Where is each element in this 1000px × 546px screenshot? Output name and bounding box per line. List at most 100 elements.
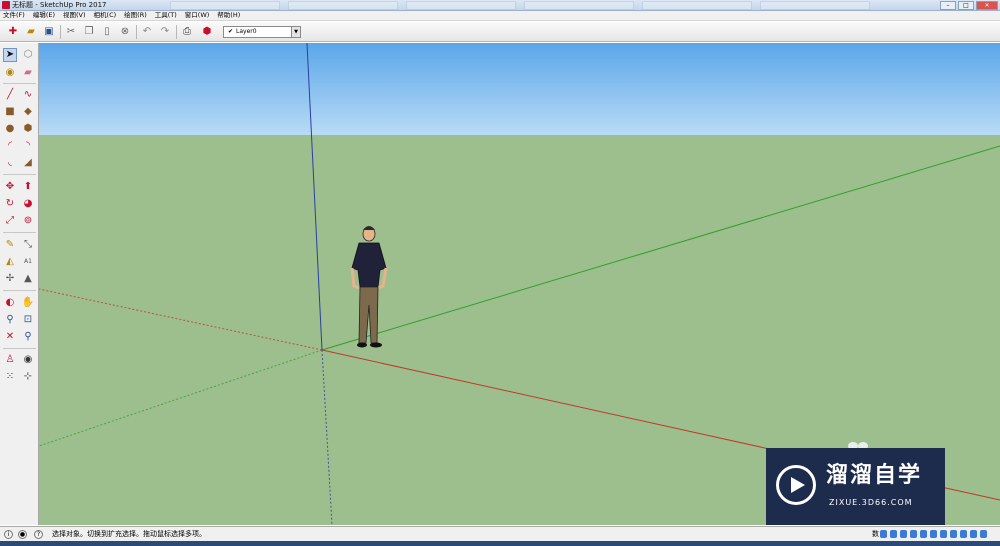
toolbar-separator xyxy=(136,25,137,39)
toolbar-separator xyxy=(60,25,61,39)
window-controls: – □ ✕ xyxy=(940,1,998,10)
play-logo-icon xyxy=(776,465,816,505)
chevron-down-icon[interactable]: ▼ xyxy=(291,27,300,37)
arc-tool-icon[interactable]: ◜ xyxy=(3,139,17,153)
scale-tool-icon[interactable]: ⤢ xyxy=(3,214,17,228)
background-tab[interactable] xyxy=(642,1,752,10)
menu-edit[interactable]: 编辑(E) xyxy=(33,11,55,20)
palette-separator xyxy=(3,174,36,175)
background-tab[interactable] xyxy=(760,1,870,10)
offset-tool-icon[interactable]: ⊚ xyxy=(21,214,35,228)
three-point-arc-icon[interactable]: ◟ xyxy=(3,156,17,170)
tray-icon[interactable] xyxy=(880,530,887,538)
os-taskbar xyxy=(0,541,1000,546)
cut-icon[interactable]: ✂ xyxy=(64,25,78,39)
open-folder-icon[interactable]: ▰ xyxy=(24,25,38,39)
position-camera-icon[interactable]: ♙ xyxy=(3,353,17,367)
system-tray xyxy=(880,530,987,538)
freehand-tool-icon[interactable]: ∿ xyxy=(21,88,35,102)
protractor-icon[interactable]: ◭ xyxy=(3,255,17,269)
help-icon[interactable]: ? xyxy=(34,530,43,539)
watermark-brand: 溜溜自学 xyxy=(826,463,923,488)
menu-camera[interactable]: 相机(C) xyxy=(94,11,117,20)
layer-select[interactable]: ✔ Layer0 ▼ xyxy=(223,26,301,38)
toolbar-separator xyxy=(176,25,177,39)
tray-icon[interactable] xyxy=(980,530,987,538)
watermark-banner: 溜溜自学 ZIXUE.3D66.COM xyxy=(766,448,945,525)
undo-icon[interactable]: ↶ xyxy=(140,25,154,39)
section-plane-icon[interactable]: ⊹ xyxy=(21,370,35,384)
new-file-icon[interactable]: ✚ xyxy=(6,25,20,39)
walk-tool-icon[interactable]: ⁙ xyxy=(3,370,17,384)
redo-icon[interactable]: ↷ xyxy=(158,25,172,39)
follow-me-icon[interactable]: ◕ xyxy=(21,197,35,211)
minimize-button[interactable]: – xyxy=(940,1,956,10)
look-around-icon[interactable]: ◉ xyxy=(21,353,35,367)
circle-tool-icon[interactable]: ● xyxy=(3,122,17,136)
pan-tool-icon[interactable]: ✋ xyxy=(21,296,35,310)
dimension-tool-icon[interactable]: ⤡ xyxy=(21,238,35,252)
background-tab[interactable] xyxy=(288,1,398,10)
tray-icon[interactable] xyxy=(890,530,897,538)
previous-view-icon[interactable]: ⚲ xyxy=(21,330,35,344)
component-tool-icon[interactable]: ⬡ xyxy=(21,48,35,62)
layer-check-icon: ✔ xyxy=(228,28,234,35)
line-tool-icon[interactable]: ╱ xyxy=(3,88,17,102)
scale-figure[interactable] xyxy=(350,226,388,348)
menu-help[interactable]: 帮助(H) xyxy=(217,11,240,20)
menu-tools[interactable]: 工具(T) xyxy=(155,11,177,20)
rectangle-tool-icon[interactable]: ■ xyxy=(3,105,17,119)
palette-separator xyxy=(3,290,36,291)
zoom-window-icon[interactable]: ⊡ xyxy=(21,313,35,327)
select-tool-icon[interactable]: ➤ xyxy=(3,48,17,62)
palette-separator xyxy=(3,83,36,84)
erase-icon[interactable]: ⊗ xyxy=(118,25,132,39)
menu-window[interactable]: 窗口(W) xyxy=(185,11,210,20)
background-tab[interactable] xyxy=(524,1,634,10)
paste-icon[interactable]: ▯ xyxy=(100,25,114,39)
tray-icon[interactable] xyxy=(940,530,947,538)
window-title: 无标题 - SketchUp Pro 2017 xyxy=(12,1,107,9)
sketchup-app-icon xyxy=(2,1,10,9)
tray-icon[interactable] xyxy=(930,530,937,538)
copy-icon[interactable]: ❐ xyxy=(82,25,96,39)
info-icon[interactable]: i xyxy=(4,530,13,539)
tray-icon[interactable] xyxy=(960,530,967,538)
paint-bucket-icon[interactable]: ◉ xyxy=(3,66,17,80)
maximize-button[interactable]: □ xyxy=(958,1,974,10)
orbit-tool-icon[interactable]: ◐ xyxy=(3,296,17,310)
two-point-arc-icon[interactable]: ◝ xyxy=(21,139,35,153)
model-info-icon[interactable]: ⬢ xyxy=(200,25,214,39)
move-tool-icon[interactable]: ✥ xyxy=(3,180,17,194)
geo-location-icon[interactable]: ● xyxy=(18,530,27,539)
close-button[interactable]: ✕ xyxy=(976,1,998,10)
tray-icon[interactable] xyxy=(970,530,977,538)
zoom-tool-icon[interactable]: ⚲ xyxy=(3,313,17,327)
background-tab[interactable] xyxy=(170,1,280,10)
menu-draw[interactable]: 绘图(R) xyxy=(124,11,147,20)
figure-right-shoe xyxy=(370,342,382,348)
background-tab[interactable] xyxy=(406,1,516,10)
modeling-viewport[interactable]: 溜溜自学 ZIXUE.3D66.COM xyxy=(39,43,1000,525)
axes-tool-icon[interactable]: ✢ xyxy=(3,272,17,286)
tape-measure-icon[interactable]: ✎ xyxy=(3,238,17,252)
push-pull-icon[interactable]: ⬆ xyxy=(21,180,35,194)
tray-icon[interactable] xyxy=(900,530,907,538)
tray-icon[interactable] xyxy=(950,530,957,538)
rotated-rectangle-icon[interactable]: ◆ xyxy=(21,105,35,119)
zoom-extents-icon[interactable]: ✕ xyxy=(3,330,17,344)
3d-text-icon[interactable]: ▲ xyxy=(21,272,35,286)
rotate-tool-icon[interactable]: ↻ xyxy=(3,197,17,211)
polygon-tool-icon[interactable]: ⬢ xyxy=(21,122,35,136)
pie-tool-icon[interactable]: ◢ xyxy=(21,156,35,170)
tray-icon[interactable] xyxy=(910,530,917,538)
menu-view[interactable]: 视图(V) xyxy=(63,11,86,20)
menu-file[interactable]: 文件(F) xyxy=(3,11,25,20)
text-tool-icon[interactable]: A1 xyxy=(21,255,35,269)
print-icon[interactable]: ⎙ xyxy=(180,25,194,39)
tray-icon[interactable] xyxy=(920,530,927,538)
save-icon[interactable]: ▣ xyxy=(42,25,56,39)
figure-hair xyxy=(363,226,375,230)
palette-separator xyxy=(3,232,36,233)
eraser-tool-icon[interactable]: ▰ xyxy=(21,66,35,80)
